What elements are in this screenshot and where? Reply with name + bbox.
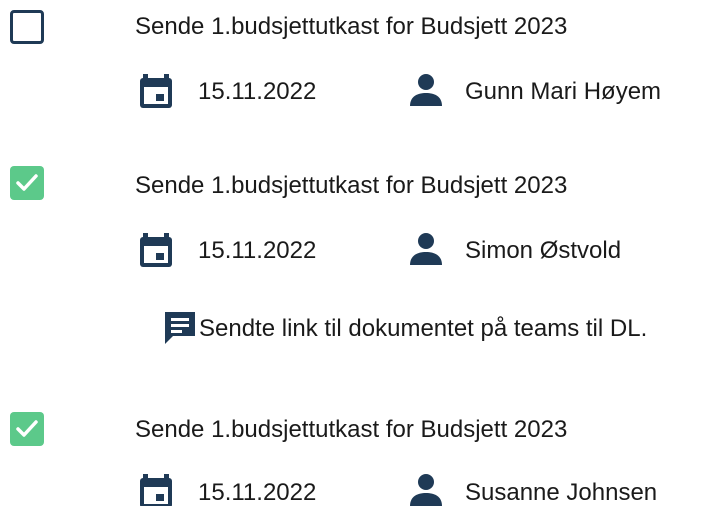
task-title: Sende 1.budsjettutkast for Budsjett 2023 — [135, 13, 568, 40]
task-title: Sende 1.budsjettutkast for Budsjett 2023 — [135, 416, 568, 443]
person-icon — [410, 474, 442, 506]
calendar-icon — [140, 74, 172, 108]
task-title: Sende 1.budsjettutkast for Budsjett 2023 — [135, 172, 568, 199]
calendar-icon — [140, 474, 172, 506]
task-checkbox-checked[interactable] — [10, 412, 44, 446]
checkmark-icon — [16, 420, 38, 437]
task-comment: Sendte link til dokumentet på teams til … — [199, 315, 648, 342]
task-checkbox-checked[interactable] — [10, 166, 44, 200]
task-checkbox-unchecked[interactable] — [10, 10, 44, 44]
task-due-date: 15.11.2022 — [198, 78, 317, 105]
task-list: Sende 1.budsjettutkast for Budsjett 2023… — [0, 0, 720, 506]
calendar-icon — [140, 233, 172, 267]
person-icon — [410, 74, 442, 106]
task-due-date: 15.11.2022 — [198, 237, 317, 264]
comment-icon — [165, 312, 195, 344]
checkmark-icon — [16, 174, 38, 191]
task-assignee: Gunn Mari Høyem — [465, 78, 662, 105]
task-assignee: Susanne Johnsen — [465, 479, 658, 506]
task-due-date: 15.11.2022 — [198, 479, 317, 506]
person-icon — [410, 233, 442, 265]
task-assignee: Simon Østvold — [465, 237, 622, 264]
